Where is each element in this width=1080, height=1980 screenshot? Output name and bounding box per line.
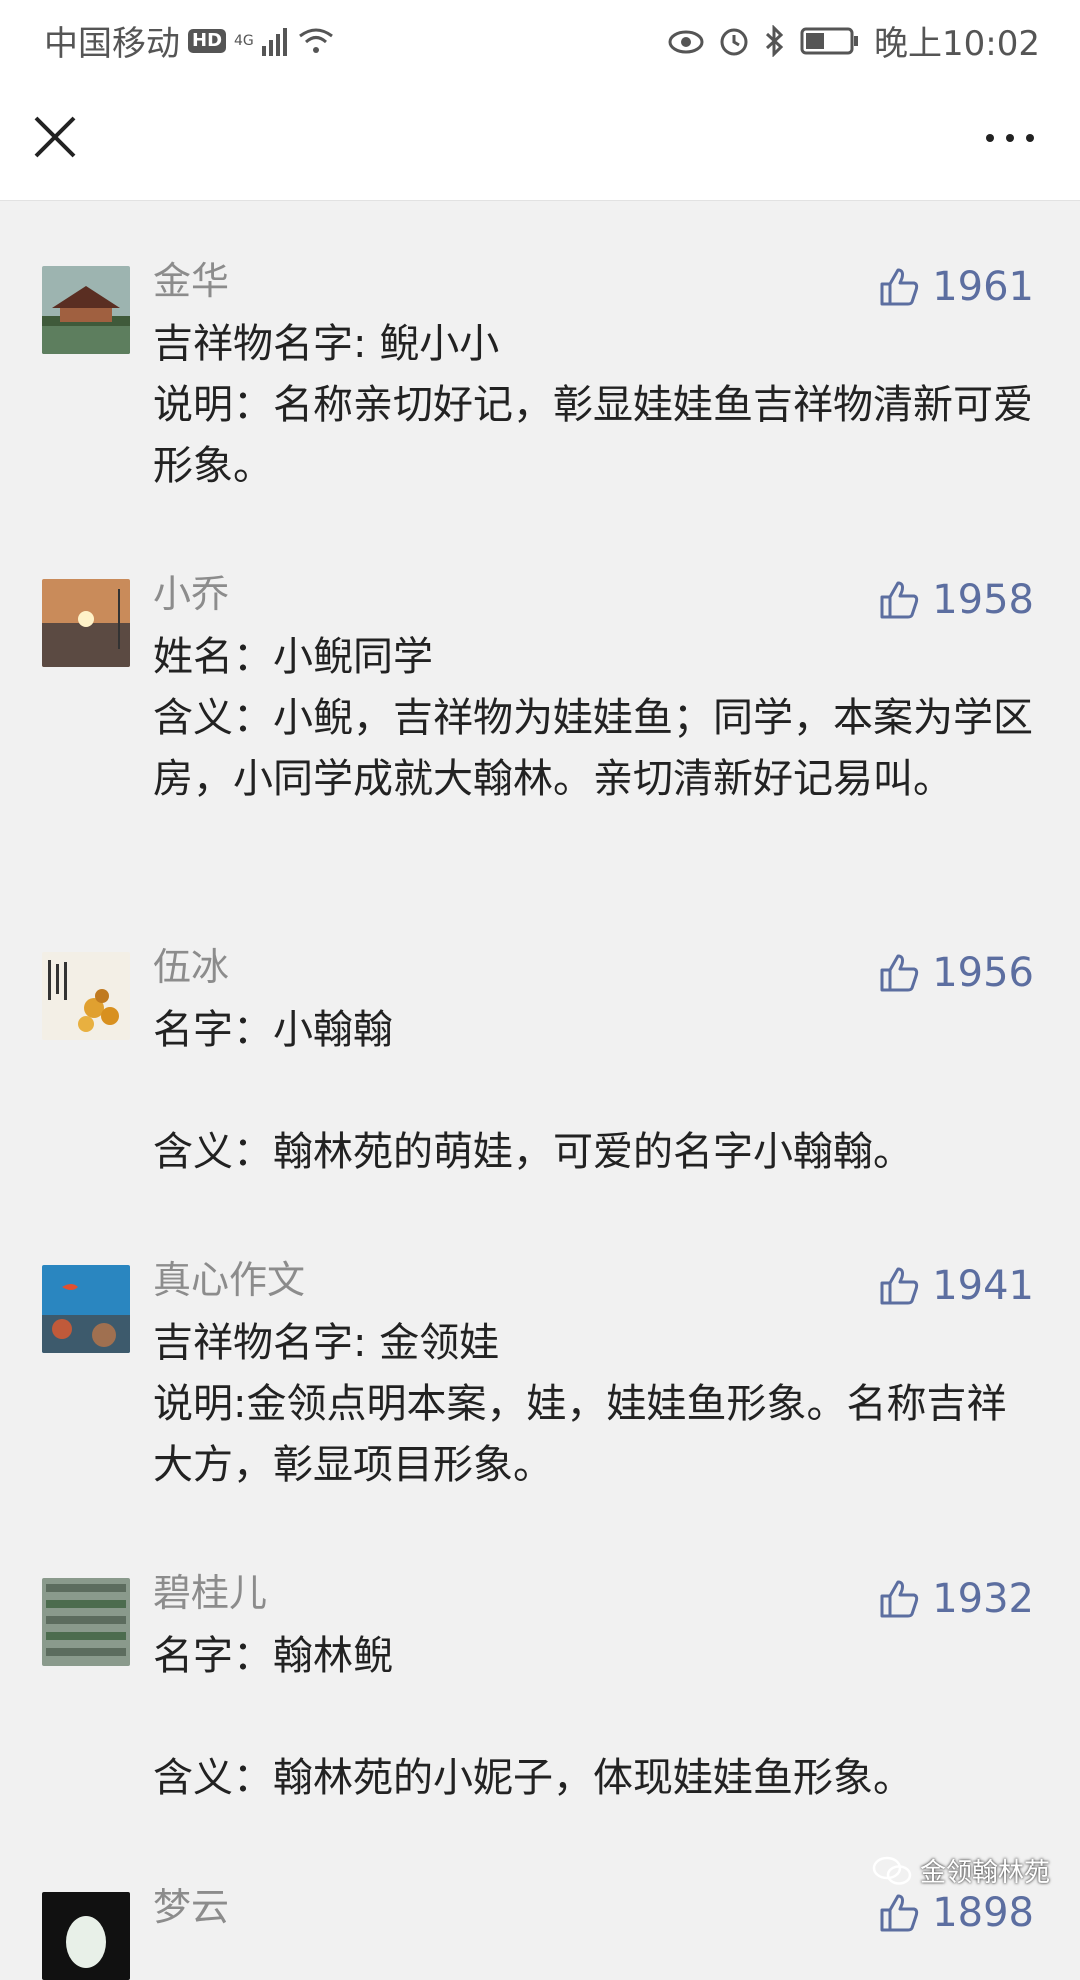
like-button[interactable]: 1956 — [878, 946, 1034, 1000]
watermark: 金领翰林苑 — [872, 1852, 1050, 1889]
more-icon — [986, 134, 1034, 142]
battery-icon — [800, 27, 859, 54]
like-count: 1958 — [932, 577, 1034, 623]
avatar[interactable] — [42, 266, 130, 354]
thumbs-up-icon — [880, 268, 919, 306]
network-type: 4G — [234, 32, 254, 49]
comment-nickname: 伍冰 — [153, 945, 230, 989]
like-button[interactable]: 1898 — [878, 1886, 1034, 1940]
wechat-icon — [872, 1856, 912, 1885]
like-count: 1956 — [932, 950, 1034, 996]
like-button[interactable]: 1961 — [878, 260, 1034, 314]
avatar[interactable] — [42, 1578, 130, 1666]
avatar[interactable] — [42, 952, 130, 1040]
more-button[interactable] — [980, 128, 1040, 148]
wifi-icon — [298, 28, 333, 53]
status-left: 中国移动 HD 4G — [44, 16, 334, 65]
title-bar — [0, 76, 1080, 201]
thumbs-up-icon — [880, 1894, 919, 1932]
comment-nickname: 小乔 — [153, 572, 230, 616]
like-button[interactable]: 1932 — [878, 1572, 1034, 1626]
comment-nickname: 金华 — [153, 259, 230, 303]
close-button[interactable] — [30, 112, 80, 162]
comment-content: 姓名：小鲵同学 含义：小鲵，吉祥物为娃娃鱼；同学，本案为学区房，小同学成就大翰林… — [153, 634, 1033, 802]
comment-nickname: 梦云 — [153, 1885, 230, 1929]
comment-content: 吉祥物名字: 鲵小小 说明：名称亲切好记，彰显娃娃鱼吉祥物清新可爱形象。 — [153, 321, 1033, 489]
bluetooth-icon — [765, 24, 784, 57]
comment-nickname: 真心作文 — [153, 1258, 306, 1302]
eye-icon — [668, 30, 704, 53]
thumbs-up-icon — [880, 954, 919, 992]
clock: 晚上10:02 — [874, 24, 1040, 64]
like-button[interactable]: 1958 — [878, 573, 1034, 627]
comment-content: 名字：小翰翰 含义：翰林苑的萌娃，可爱的名字小翰翰。 — [153, 1007, 913, 1175]
close-icon — [34, 116, 76, 158]
avatar[interactable] — [42, 1265, 130, 1353]
avatar[interactable] — [42, 579, 130, 667]
carrier-name: 中国移动 — [44, 24, 180, 64]
status-right: 晚上10:02 — [668, 16, 1040, 65]
comment-content: 名字：翰林鲵 含义：翰林苑的小妮子，体现娃娃鱼形象。 — [153, 1633, 913, 1801]
like-button[interactable]: 1941 — [878, 1259, 1034, 1313]
thumbs-up-icon — [880, 581, 919, 619]
alarm-icon — [720, 28, 748, 55]
thumbs-up-icon — [880, 1580, 919, 1618]
thumbs-up-icon — [880, 1267, 919, 1305]
hd-badge: HD — [188, 28, 227, 53]
like-count: 1941 — [932, 1263, 1034, 1309]
comment-content: 吉祥物名字: 金领娃 说明:金领点明本案，娃，娃娃鱼形象。名称吉祥大方，彰显项目… — [153, 1320, 1007, 1488]
status-bar: 中国移动 HD 4G 晚上10:02 — [0, 0, 1080, 76]
like-count: 1932 — [932, 1576, 1034, 1622]
avatar[interactable] — [42, 1892, 130, 1980]
watermark-text: 金领翰林苑 — [919, 1858, 1050, 1888]
comment-nickname: 碧桂儿 — [153, 1571, 268, 1615]
like-count: 1898 — [932, 1890, 1034, 1936]
like-count: 1961 — [932, 264, 1034, 310]
signal-icon — [261, 27, 287, 56]
